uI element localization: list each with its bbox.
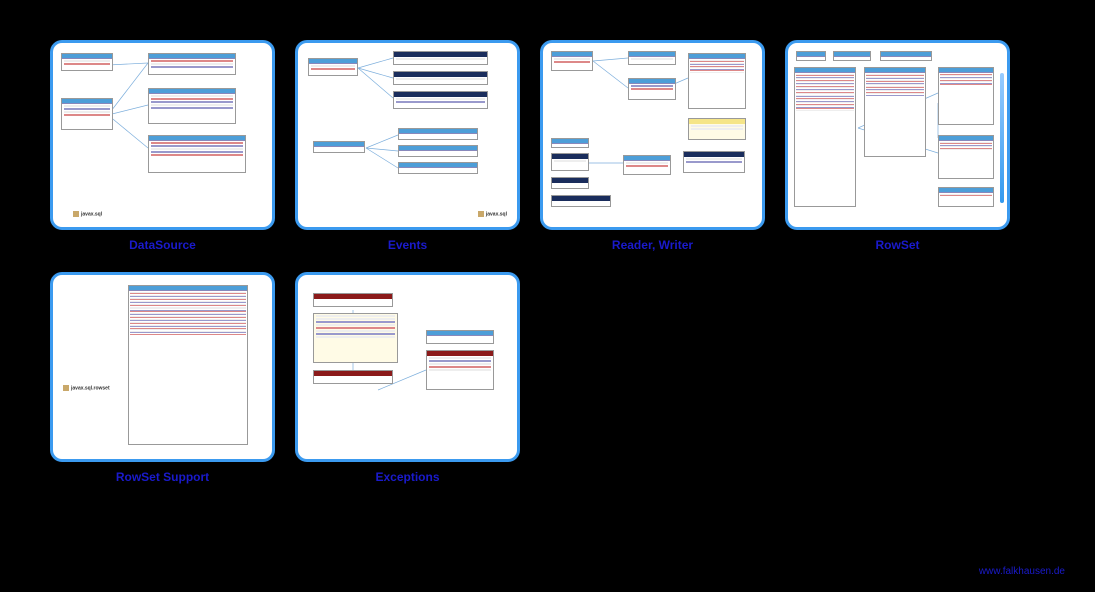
card-label: RowSet Support — [116, 470, 209, 484]
card-label: Reader, Writer — [612, 238, 693, 252]
card-wrap-events: javax.sql Events — [295, 40, 520, 252]
card-label: Events — [388, 238, 427, 252]
pkg-label: javax.sql — [73, 211, 102, 217]
footer-link[interactable]: www.falkhausen.de — [979, 566, 1065, 577]
diagram-grid: javax.sql DataSource javax.sql Events — [0, 0, 1095, 504]
card-label: Exceptions — [375, 470, 439, 484]
card-reader-writer[interactable] — [540, 40, 765, 230]
card-wrap-datasource: javax.sql DataSource — [50, 40, 275, 252]
card-rowset[interactable] — [785, 40, 1010, 230]
card-exceptions[interactable] — [295, 272, 520, 462]
pkg-label: javax.sql — [478, 211, 507, 217]
card-wrap-rowset: RowSet — [785, 40, 1010, 252]
card-wrap-exceptions: Exceptions — [295, 272, 520, 484]
scrollbar-indicator — [1000, 73, 1004, 203]
pkg-label: javax.sql.rowset — [63, 385, 110, 391]
card-label: DataSource — [129, 238, 196, 252]
card-events[interactable]: javax.sql — [295, 40, 520, 230]
card-datasource[interactable]: javax.sql — [50, 40, 275, 230]
card-label: RowSet — [875, 238, 919, 252]
card-wrap-reader-writer: Reader, Writer — [540, 40, 765, 252]
card-wrap-rowset-support: javax.sql.rowset RowSet Support — [50, 272, 275, 484]
card-rowset-support[interactable]: javax.sql.rowset — [50, 272, 275, 462]
